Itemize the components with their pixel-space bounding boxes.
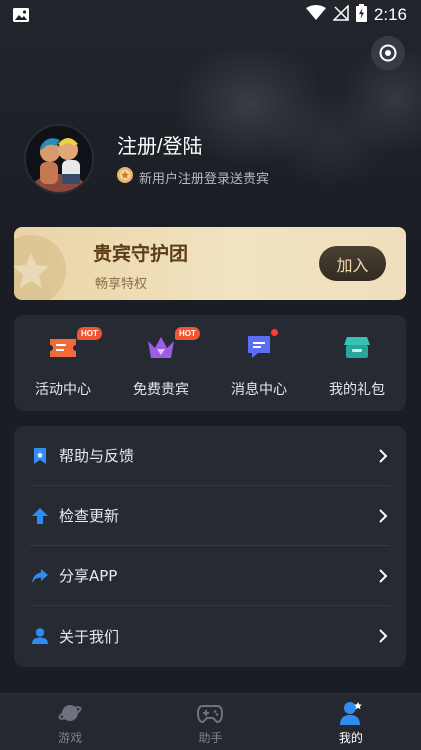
quick-item-my-gifts[interactable]: 我的礼包 (308, 315, 406, 411)
quick-item-label: 免费贵宾 (133, 382, 189, 398)
planet-icon (57, 700, 83, 726)
profile-icon (338, 700, 364, 726)
menu-item-help-feedback[interactable]: 帮助与反馈 (30, 426, 390, 486)
vip-guardian-card[interactable]: 贵宾守护团 畅享特权 加入 (14, 227, 406, 300)
menu-item-about-us[interactable]: 关于我们 (30, 606, 390, 666)
nav-tab-mine[interactable]: 我的 (281, 694, 421, 750)
message-icon (243, 329, 278, 363)
login-register-link[interactable]: 注册/登陆 (117, 130, 203, 159)
menu-item-share-app[interactable]: 分享APP (30, 546, 390, 606)
chevron-right-icon (379, 508, 388, 523)
quick-item-label: 活动中心 (35, 382, 91, 398)
quick-actions-card: HOT 活动中心 HOT 免费贵宾 消息中心 我的礼包 (14, 315, 406, 411)
chevron-right-icon (379, 629, 388, 643)
nav-tab-games[interactable]: 游戏 (0, 694, 140, 750)
no-signal-icon (332, 4, 349, 25)
quick-item-free-vip[interactable]: HOT 免费贵宾 (112, 315, 210, 411)
ticket-icon: HOT (47, 327, 102, 363)
status-bar: 2:16 (0, 0, 421, 30)
share-icon (30, 566, 50, 586)
vip-subtitle: 畅享特权 (95, 277, 148, 292)
hot-badge: HOT (77, 327, 102, 340)
gift-box-icon (341, 331, 373, 363)
nav-label: 我的 (338, 731, 363, 745)
vip-title: 贵宾守护团 (93, 243, 189, 265)
unread-dot (271, 329, 278, 336)
vip-decoration (14, 235, 66, 300)
menu-item-label: 关于我们 (59, 627, 120, 646)
battery-charging-icon (355, 4, 367, 26)
crown-icon: HOT (145, 327, 200, 363)
quick-item-label: 我的礼包 (329, 382, 385, 398)
avatar[interactable] (24, 124, 94, 194)
quick-item-label: 消息中心 (231, 382, 287, 398)
chevron-right-icon (379, 448, 388, 463)
hot-badge: HOT (175, 327, 200, 340)
bottom-navigation: 游戏 助手 我的 (0, 693, 421, 750)
chevron-right-icon (379, 568, 388, 583)
nav-tab-assistant[interactable]: 助手 (140, 694, 280, 750)
scan-target-button[interactable] (371, 36, 405, 70)
target-icon (379, 44, 397, 62)
user-icon (30, 626, 50, 646)
menu-item-label: 帮助与反馈 (59, 447, 135, 465)
menu-item-check-update[interactable]: 检查更新 (30, 486, 390, 546)
medal-icon (116, 166, 134, 188)
bookmark-icon (30, 446, 50, 466)
menu-item-label: 分享APP (59, 567, 118, 585)
nav-label: 助手 (198, 731, 223, 745)
status-time: 2:16 (373, 5, 407, 24)
nav-label: 游戏 (58, 731, 83, 745)
vip-join-button[interactable]: 加入 (319, 246, 386, 281)
settings-menu: 帮助与反馈 检查更新 分享APP 关于我们 (14, 426, 406, 667)
menu-item-label: 检查更新 (59, 507, 120, 525)
quick-item-message-center[interactable]: 消息中心 (210, 315, 308, 411)
profile-subtitle: 新用户注册登录送贵宾 (116, 166, 269, 188)
wifi-icon (305, 5, 326, 25)
quick-item-activity-center[interactable]: HOT 活动中心 (14, 315, 112, 411)
gamepad-icon (197, 700, 224, 726)
profile-subtitle-text: 新用户注册登录送贵宾 (139, 171, 270, 187)
gallery-notification-icon (12, 7, 30, 23)
upload-arrow-icon (30, 506, 50, 526)
